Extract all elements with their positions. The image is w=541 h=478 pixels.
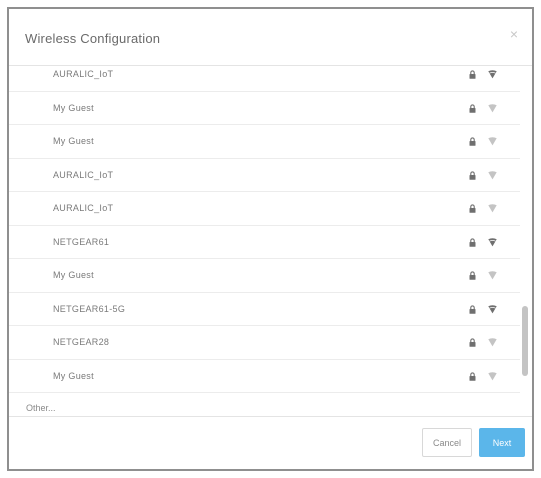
dialog-header: Wireless Configuration × (9, 9, 532, 66)
network-row[interactable]: My Guest (9, 259, 520, 293)
lock-icon (469, 204, 476, 213)
network-row[interactable]: NETGEAR61-5G (9, 293, 520, 326)
network-list-panel[interactable]: AURALIC_IoT My Guest My Guest AURALIC_IoT AU… (9, 66, 532, 419)
next-button[interactable]: Next (479, 428, 525, 457)
lock-icon (469, 304, 476, 314)
wifi-signal-weak-icon (488, 103, 497, 112)
network-ssid: AURALIC_IoT (53, 69, 114, 79)
lock-icon (469, 371, 476, 381)
lock-icon (469, 338, 476, 347)
network-row[interactable]: My Guest (9, 92, 520, 125)
cancel-button[interactable]: Cancel (422, 428, 472, 457)
lock-icon (469, 70, 476, 79)
close-icon[interactable]: × (510, 26, 518, 42)
lock-icon (469, 170, 476, 180)
lock-icon (469, 103, 476, 113)
other-network-label: Other... (26, 403, 56, 413)
network-row[interactable]: My Guest (9, 360, 520, 393)
network-ssid: My Guest (53, 102, 94, 113)
wifi-signal-strong-icon (488, 304, 497, 313)
wifi-signal-weak-icon (488, 137, 497, 146)
network-row[interactable]: My Guest (9, 125, 520, 159)
network-row[interactable]: NETGEAR61 (9, 226, 520, 259)
wifi-signal-weak-icon (488, 338, 497, 347)
network-ssid: NETGEAR28 (53, 337, 110, 347)
network-ssid: My Guest (53, 270, 94, 280)
lock-icon (469, 271, 476, 280)
network-row[interactable]: NETGEAR28 (9, 326, 520, 360)
wireless-configuration-dialog: Wireless Configuration × AURALIC_IoT My G… (7, 7, 534, 471)
lock-icon (469, 237, 476, 247)
network-ssid: NETGEAR61-5G (53, 303, 126, 314)
network-ssid: AURALIC_IoT (53, 203, 114, 213)
network-ssid: NETGEAR61 (53, 236, 110, 247)
wifi-signal-weak-icon (488, 170, 497, 179)
scrollbar-thumb[interactable] (522, 306, 528, 376)
network-ssid: AURALIC_IoT (53, 169, 114, 180)
scrollbar[interactable] (522, 66, 528, 419)
network-list: AURALIC_IoT My Guest My Guest AURALIC_IoT AU… (9, 66, 520, 419)
dialog-title: Wireless Configuration (25, 31, 161, 46)
network-row[interactable]: AURALIC_IoT (9, 192, 520, 226)
network-row[interactable]: AURALIC_IoT (9, 66, 520, 92)
wifi-signal-strong-icon (488, 237, 497, 246)
wifi-signal-strong-icon (488, 70, 497, 79)
lock-icon (469, 137, 476, 146)
wifi-signal-weak-icon (488, 204, 497, 213)
network-ssid: My Guest (53, 136, 94, 146)
dialog-footer: Cancel Next (9, 416, 532, 469)
wifi-signal-weak-icon (488, 371, 497, 380)
network-ssid: My Guest (53, 370, 94, 381)
wifi-signal-weak-icon (488, 271, 497, 280)
network-row[interactable]: AURALIC_IoT (9, 159, 520, 192)
